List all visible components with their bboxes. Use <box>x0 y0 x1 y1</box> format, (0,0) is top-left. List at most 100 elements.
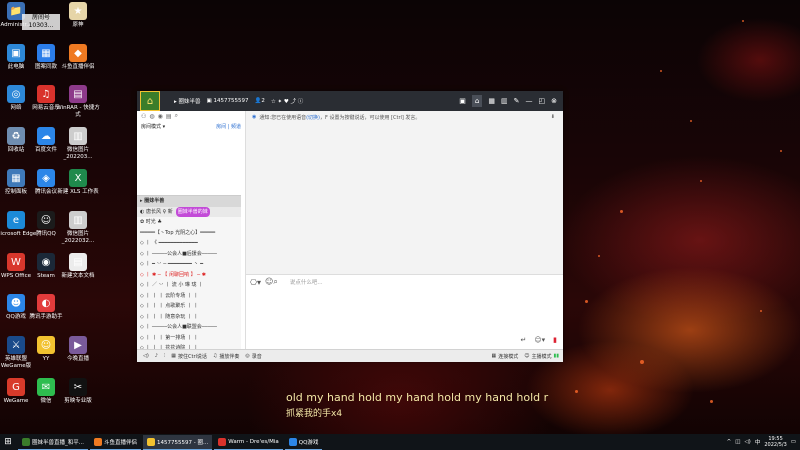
play-accompaniment-button[interactable]: ♫ 播放伴奏 <box>213 353 240 360</box>
search-icon[interactable]: ⌕ <box>175 112 178 120</box>
app-icon: ✉ <box>37 378 55 396</box>
taskbar-app-button[interactable]: Warm - Dre'es/Mia <box>214 435 283 450</box>
desktop-icon[interactable]: ▤ WinRAR - 快捷方式 <box>56 85 100 119</box>
channel-name: ◇ 丨 ─────公会人■联盟会───── <box>140 324 217 330</box>
ember-decoration <box>760 310 762 312</box>
desktop-icon[interactable]: ▤ 新建文本文档 <box>56 253 100 280</box>
volume-tray-icon[interactable]: ◁) <box>744 439 750 445</box>
channel-name: ═════【丶Top 光阴之心】═════ <box>140 229 216 236</box>
channel-row[interactable]: ◐ 唐长风 ♀ 新圈妹半兽的妹 <box>137 206 241 217</box>
desktop-icon[interactable]: ▥ 微信图片_202203... <box>56 127 100 161</box>
pin-icon[interactable]: ⬇ <box>551 114 555 120</box>
desktop-icon-label: 今晚直播 <box>66 356 89 362</box>
app-icon: ▦ <box>37 44 55 62</box>
app-icon: ▣ <box>7 44 25 62</box>
broadcast-mode[interactable]: ☺ 主播模式 ▮▮ <box>524 353 559 360</box>
channel-row[interactable]: ◇ 丨 丨 丨 第一排场 丨 丨 <box>137 333 241 344</box>
channel-row[interactable]: ▸ 圈妹半兽 <box>137 196 241 207</box>
desktop-icon-label: 剪映专业版 <box>64 398 92 404</box>
ptt-button[interactable]: ▦ 按住Ctrl说话 <box>171 353 207 360</box>
taskbar-app-icon <box>147 437 156 446</box>
ember-decoration <box>640 360 644 364</box>
send-icon[interactable]: ↵ <box>520 336 526 344</box>
emoji-search-icon[interactable]: ☺⌕ <box>265 277 278 287</box>
desktop-icon-label: 微信图片_202203... <box>63 147 93 160</box>
connection-mode[interactable]: ▦ 连接模式 <box>492 353 519 360</box>
tools-icon[interactable]: ✎ <box>514 97 520 105</box>
desktop-icon[interactable]: ★ 原神 <box>56 2 100 29</box>
notification-icon[interactable]: ▭ <box>791 439 796 445</box>
taskbar-app-button[interactable]: 圈妹半兽直播_和平... <box>18 435 88 450</box>
gift-icon[interactable]: ▤ <box>166 113 172 120</box>
channel-name: ◇ 丨 丨 丨 云阶专场 丨 丨 <box>140 292 199 299</box>
taskbar-app-button[interactable]: 斗鱼直播伴侣 <box>90 435 142 450</box>
desktop-icon[interactable]: ▥ 微信图片_2022032... <box>56 211 100 245</box>
app-icon: ▶ <box>69 336 87 354</box>
mic-status-icon[interactable]: ▮ <box>553 336 557 344</box>
app-center-icon[interactable]: ▦ <box>488 97 495 105</box>
channel-name: ✿ 时光 ♣ <box>140 219 162 225</box>
view-toggle-links[interactable]: 房间 | 频道 <box>216 123 241 130</box>
start-button[interactable]: ⊞ <box>0 434 16 450</box>
minimize-icon[interactable]: — <box>526 97 533 105</box>
ember-decoration <box>575 390 578 393</box>
desktop-icon[interactable]: X 新建 XLS 工作表 <box>56 169 100 196</box>
channel-row[interactable]: ◇ 丨 《 ━━━━━━━━━━━━━ <box>137 238 241 249</box>
room-overlay: 房间号 10303... <box>22 14 60 30</box>
online-count: 👤2 <box>254 98 265 104</box>
taskbar-app-button[interactable]: 1457755597 - 圈... <box>143 434 213 450</box>
home-tab-icon[interactable]: ⌂ <box>471 95 483 107</box>
title-icons[interactable]: ☆ ✦ ♥ ⤴ ⓘ <box>271 97 303 105</box>
channel-name: ◇ 丨 ─────公会人■后援会───── <box>140 250 217 257</box>
taskbar-app-icon <box>94 437 102 446</box>
chat-icon[interactable]: ◍ <box>149 113 154 120</box>
channel-row[interactable]: ◇ 丨 ✱ ─ 【 闲聊回响 】 ─ ✱ <box>137 270 241 281</box>
mixer-icon[interactable]: ⫶ <box>164 353 165 359</box>
sort-dropdown[interactable]: 房间模式 ▾ <box>141 123 165 130</box>
ember-decoration <box>690 120 692 122</box>
taskbar-app-button[interactable]: QQ游戏 <box>284 435 323 450</box>
system-clock[interactable]: 19:55 2022/5/3 <box>764 436 786 448</box>
tray-arrow-icon[interactable]: ^ <box>727 439 732 445</box>
emoji-icon[interactable]: ☺▾ <box>534 336 545 344</box>
chat-display-area: ◉ 通知: 您已在使用语音 (切换) ，F 设置为按键说话，可以使用 [Ctrl… <box>246 111 563 274</box>
app-icon: ◐ <box>37 294 55 312</box>
channel-name: ◐ 唐长风 ♀ 新 <box>140 208 173 215</box>
close-icon[interactable]: ⊗ <box>551 97 557 105</box>
desktop-icon[interactable]: ◐ 腾讯手游助手 <box>24 294 68 321</box>
desktop-icon[interactable]: ▶ 今晚直播 <box>56 336 100 363</box>
channel-row[interactable]: ◇ 丨 丨 丨 云阶专场 丨 丨 <box>137 291 241 302</box>
ime-icon[interactable]: 中 <box>755 438 761 446</box>
window-titlebar[interactable]: ⌂ ▸ 圈妹半兽 ▣ 1457755597 👤2 ☆ ✦ ♥ ⤴ ⓘ ▣ ⌂ ▦… <box>137 91 563 111</box>
channel-row[interactable]: ◇ 丨 丨 丨 点歌聚乐 丨 丨 <box>137 301 241 312</box>
mic-icon[interactable]: ♪ <box>155 353 158 359</box>
notice-bar: ◉ 通知: 您已在使用语音 (切换) ，F 设置为按键说话，可以使用 [Ctrl… <box>252 114 555 121</box>
channel-row[interactable]: ◇ 丨 ━ 丷 ─ ━━━━━━━━ 丶 ━ <box>137 259 241 270</box>
user-icon[interactable]: ⚇ <box>141 113 146 120</box>
screen-share-icon[interactable]: ▣ <box>459 97 466 105</box>
message-input[interactable]: 说点什么吧... <box>290 278 323 286</box>
notice-switch-link[interactable]: (切换) <box>306 114 320 121</box>
channel-name: ◇ 丨 ／ 丷 丨 流 小 琳 珑 丨 <box>140 282 204 288</box>
volume-icon[interactable]: ◁) <box>143 353 149 359</box>
record-button[interactable]: ◎ 录音 <box>245 353 261 360</box>
desktop-icon[interactable]: ◆ 斗鱼直播伴侣 <box>56 44 100 71</box>
lyric-line-chinese: 抓紧我的手x4 <box>286 409 343 419</box>
app-icon: X <box>69 169 87 187</box>
network-icon[interactable]: ◫ <box>735 439 740 445</box>
ember-decoration <box>620 210 623 213</box>
channel-row[interactable]: ◇ 丨 丨 丨 随意杂玩 丨 丨 <box>137 312 241 323</box>
channel-row[interactable]: ═════【丶Top 光阴之心】═════ <box>137 228 241 239</box>
gamepad-icon[interactable]: ⎔▾ <box>250 278 261 287</box>
channel-row[interactable]: ◇ 丨 ─────公会人■联盟会───── <box>137 322 241 333</box>
room-home-icon[interactable]: ⌂ <box>140 91 160 111</box>
channel-row[interactable]: ◇ 丨 ／ 丷 丨 流 小 琳 珑 丨 <box>137 280 241 291</box>
audio-mixer-icon[interactable]: ▥ <box>501 97 508 105</box>
ember-decoration <box>710 400 713 403</box>
restore-icon[interactable]: ◰ <box>539 97 546 105</box>
desktop-icon[interactable]: ✂ 剪映专业版 <box>56 378 100 405</box>
message-input-area[interactable]: ⎔▾ ☺⌕ 说点什么吧... ↵ ☺▾ ▮ <box>246 274 563 350</box>
location-icon[interactable]: ◉ <box>158 113 163 120</box>
channel-row[interactable]: ✿ 时光 ♣ <box>137 217 241 228</box>
channel-row[interactable]: ◇ 丨 ─────公会人■后援会───── <box>137 249 241 260</box>
